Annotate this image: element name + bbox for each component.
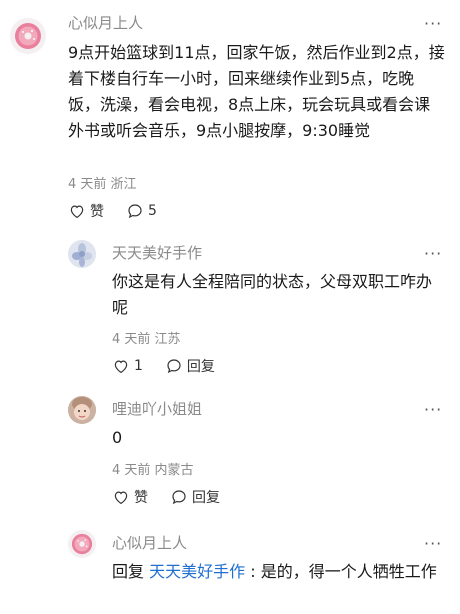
comment-text: 0 [112, 428, 123, 447]
flower-avatar-icon [68, 240, 96, 268]
more-options-icon[interactable]: ··· [424, 246, 442, 262]
comment-meta: 4 天前 江苏 [112, 332, 181, 347]
reply-body: 是的，得一个人牺牲工作 [260, 562, 437, 581]
reply-button[interactable]: 回复 [170, 487, 220, 507]
avatar[interactable] [68, 396, 96, 424]
more-options-icon[interactable]: ··· [424, 536, 442, 552]
donut-icon [71, 533, 93, 555]
comment-text: 回复 天天美好手作 : 是的，得一个人牺牲工作 [112, 559, 446, 585]
reply-separator: : [250, 562, 256, 581]
reply-count: 5 [148, 203, 157, 219]
username[interactable]: 天天美好手作 [112, 242, 202, 263]
more-options-icon[interactable]: ··· [424, 402, 442, 418]
avatar[interactable] [10, 18, 46, 54]
avatar[interactable] [68, 530, 96, 558]
comment-actions: 赞 5 [68, 201, 179, 221]
like-button[interactable]: 赞 [112, 487, 148, 507]
username[interactable]: 哩迪吖小姐姐 [112, 398, 202, 419]
more-options-icon[interactable]: ··· [424, 16, 442, 32]
username[interactable]: 心似月上人 [68, 12, 143, 33]
heart-icon [114, 360, 128, 374]
reply-label: 回复 [186, 359, 215, 375]
comment-actions: 1 回复 [112, 356, 237, 376]
comment-meta: 4 天前 内蒙古 [112, 463, 194, 478]
reply-button[interactable]: 5 [126, 202, 157, 220]
comment-meta: 4 天前 浙江 [68, 177, 137, 192]
reply-label: 回复 [192, 490, 220, 506]
avatar[interactable] [68, 240, 96, 268]
like-button[interactable]: 1 [112, 357, 143, 375]
comment-text: 你这是有人全程陪同的状态，父母双职工咋办呢 [112, 272, 433, 317]
person-avatar-icon [68, 396, 96, 424]
reply-bubble-icon [172, 490, 186, 505]
heart-icon [70, 205, 84, 219]
heart-icon [114, 491, 128, 505]
reply-bubble-icon [167, 359, 181, 374]
comment-text: 9点开始篮球到11点，回家午饭，然后作业到2点，接着下楼自行车一小时，回来继续作… [68, 43, 445, 140]
like-count: 1 [134, 358, 143, 374]
like-label: 赞 [134, 490, 148, 506]
reply-prefix: 回复 [112, 562, 145, 581]
reply-button[interactable]: 回复 [165, 356, 215, 376]
comment-actions: 赞 回复 [112, 487, 242, 507]
reply-bubble-icon [128, 204, 142, 219]
like-label: 赞 [90, 204, 104, 220]
donut-icon [15, 23, 41, 49]
username[interactable]: 心似月上人 [112, 532, 187, 553]
mention-link[interactable]: 天天美好手作 [149, 562, 245, 581]
like-button[interactable]: 赞 [68, 201, 104, 221]
